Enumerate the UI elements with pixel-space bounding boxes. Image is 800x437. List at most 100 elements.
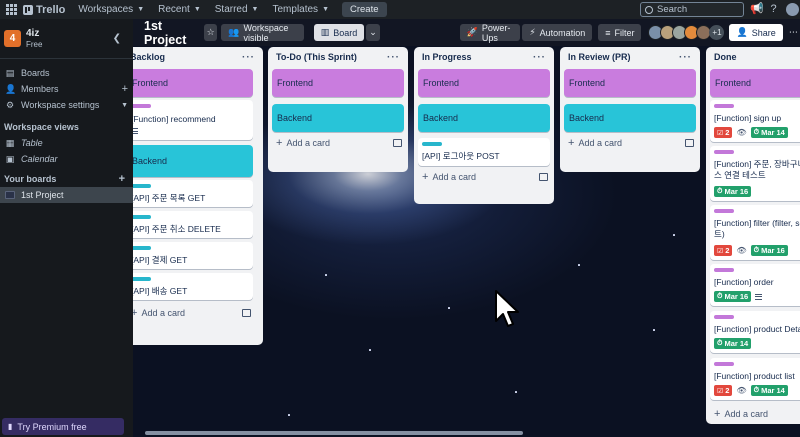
background-star: [578, 264, 580, 266]
card[interactable]: [API] 주문 취소 DELETE: [133, 211, 253, 238]
due-date-badge[interactable]: ⏱ Mar 16: [714, 291, 752, 302]
filter-icon: ≡: [605, 27, 611, 38]
sidebar-item-label: 1st Project: [21, 190, 64, 200]
list-title[interactable]: To-Do (This Sprint): [276, 52, 357, 62]
list-menu-icon[interactable]: ···: [679, 52, 692, 63]
star-board-icon[interactable]: ☆: [203, 24, 218, 41]
sidebar-item-members[interactable]: 👤 Members +: [0, 81, 133, 97]
sidebar-item-settings[interactable]: ⚙ Workspace settings ▼: [0, 97, 133, 113]
share-button[interactable]: 👤 Share: [729, 24, 783, 41]
list-menu-icon[interactable]: ···: [242, 52, 255, 63]
card-backend-cover[interactable]: Backend: [133, 145, 253, 177]
views-dropdown-icon[interactable]: ⌄: [366, 24, 380, 41]
due-date-badge[interactable]: ⏱ Mar 16: [714, 186, 752, 197]
card[interactable]: [API] 로그아웃 POST: [418, 138, 550, 166]
card-backend-cover[interactable]: Backend: [418, 104, 550, 132]
recent-menu[interactable]: Recent ▼: [151, 1, 208, 18]
card[interactable]: [Function] product Detail ⏱ Mar 14: [710, 311, 800, 353]
user-avatar[interactable]: [786, 3, 799, 16]
board-members[interactable]: +1: [648, 25, 725, 40]
card-template-icon[interactable]: [393, 139, 402, 147]
card-frontend-cover[interactable]: Frontend: [710, 69, 800, 97]
workspaces-menu[interactable]: Workspaces ▼: [71, 1, 151, 18]
card-backend-cover[interactable]: Backend: [564, 104, 696, 132]
board-header: 1st Project ☆ 👥 Workspace visible ▥ Boar…: [133, 19, 800, 47]
list-title[interactable]: In Review (PR): [568, 52, 631, 62]
sidebar-item-label: Boards: [21, 68, 50, 78]
add-member-icon[interactable]: +: [122, 83, 128, 95]
due-date-badge[interactable]: ⏱ Mar 14: [750, 127, 788, 138]
add-card-button[interactable]: + Add a card: [133, 305, 185, 320]
list-title[interactable]: In Progress: [422, 52, 472, 62]
sidebar-item-boards[interactable]: ▤ Boards: [0, 65, 133, 81]
due-date-badge[interactable]: ⏱ Mar 16: [750, 245, 788, 256]
trello-logo[interactable]: Trello: [23, 4, 65, 16]
automation-button[interactable]: ⚡ Automation: [522, 24, 593, 41]
card-frontend-cover[interactable]: Frontend: [564, 69, 696, 97]
list-menu-icon[interactable]: ···: [533, 52, 546, 63]
board-menu-icon[interactable]: ⋯: [787, 24, 800, 41]
card[interactable]: [Function] sign up ☑ 2 👁 ⏱ Mar 14: [710, 100, 800, 142]
list-menu-icon[interactable]: ···: [387, 52, 400, 63]
card[interactable]: [API] 배송 GET: [133, 273, 253, 300]
clock-icon: ⏱: [717, 339, 723, 347]
sidebar-item-calendar[interactable]: ▣ Calendar: [0, 151, 133, 167]
card-title: [Function] 주문, 장바구니, 결 스 연결 테스트: [714, 159, 800, 181]
due-date-badge[interactable]: ⏱ Mar 14: [750, 385, 788, 396]
card[interactable]: [Function] recommend: [133, 100, 253, 140]
add-card-button[interactable]: + Add a card: [418, 169, 476, 184]
sidebar-item-label: Members: [21, 84, 59, 94]
card-backend-cover[interactable]: Backend: [272, 104, 404, 132]
sidebar-item-1st-project[interactable]: 1st Project: [0, 187, 133, 203]
sidebar-item-table[interactable]: ▦ Table: [0, 135, 133, 151]
filter-button[interactable]: ≡ Filter: [598, 24, 642, 41]
card-title: Backend: [277, 113, 313, 123]
list-header: Done: [706, 47, 800, 67]
card[interactable]: [Function] 주문, 장바구니, 결 스 연결 테스트 ⏱Mar 16: [710, 146, 800, 201]
board-canvas: 1st Project ☆ 👥 Workspace visible ▥ Boar…: [133, 19, 800, 437]
card[interactable]: [API] 결제 GET: [133, 242, 253, 269]
megaphone-icon[interactable]: 📢: [750, 3, 764, 16]
clock-icon: ⏱: [753, 128, 760, 136]
workspace-visible-button[interactable]: 👥 Workspace visible: [221, 23, 304, 43]
board-title[interactable]: 1st Project: [144, 19, 194, 47]
card[interactable]: [Function] product list ☑ 2 👁 ⏱ Mar 14: [710, 358, 800, 400]
help-icon[interactable]: ?: [767, 3, 780, 16]
add-person-icon: 👤: [736, 27, 748, 37]
chevron-down-icon: ▼: [137, 6, 145, 13]
list-title[interactable]: Backlog: [133, 52, 165, 62]
power-ups-label: Power-Ups: [481, 22, 511, 43]
add-card-button[interactable]: + Add a card: [710, 406, 768, 421]
list-title[interactable]: Done: [714, 52, 737, 62]
card[interactable]: [Function] order ⏱ Mar 16: [710, 264, 800, 306]
card-title: Frontend: [133, 78, 169, 88]
card[interactable]: [API] 주문 목록 GET: [133, 180, 253, 207]
create-button[interactable]: Create: [342, 2, 387, 17]
card-template-icon[interactable]: [685, 139, 694, 147]
search-input[interactable]: Search: [640, 2, 744, 17]
sidebar: 4 4iz Free ❮ ▤ Boards 👤 Members + ⚙ Work…: [0, 19, 133, 437]
app-switcher-icon[interactable]: [4, 3, 18, 17]
card-frontend-cover[interactable]: Frontend: [272, 69, 404, 97]
card-label: [714, 315, 734, 319]
add-board-icon[interactable]: +: [119, 173, 125, 185]
starred-menu[interactable]: Starred ▼: [208, 1, 266, 18]
card-frontend-cover[interactable]: Frontend: [418, 69, 550, 97]
power-ups-button[interactable]: 🚀 Power-Ups: [459, 22, 521, 43]
card-frontend-cover[interactable]: Frontend: [133, 69, 253, 97]
add-card-button[interactable]: + Add a card: [272, 135, 330, 150]
add-card-button[interactable]: + Add a card: [564, 135, 622, 150]
list-in-review: In Review (PR) ··· Frontend Backend + Ad…: [560, 47, 700, 172]
board-view-button[interactable]: ▥ Board: [313, 24, 365, 41]
collapse-sidebar-icon[interactable]: ❮: [113, 33, 121, 44]
due-date-badge[interactable]: ⏱ Mar 14: [714, 338, 752, 349]
more-members-badge[interactable]: +1: [709, 25, 725, 40]
templates-menu[interactable]: Templates ▼: [265, 1, 336, 18]
board-horizontal-scrollbar[interactable]: [145, 431, 523, 435]
try-premium-button[interactable]: ▮ Try Premium free: [2, 418, 124, 435]
list-header: In Progress ···: [414, 47, 554, 67]
gear-icon: ⚙: [5, 99, 15, 110]
card[interactable]: [Function] filter (filter, sor 트) ☑ 2 👁 ⏱…: [710, 205, 800, 260]
card-template-icon[interactable]: [539, 173, 548, 181]
card-template-icon[interactable]: [242, 309, 251, 317]
